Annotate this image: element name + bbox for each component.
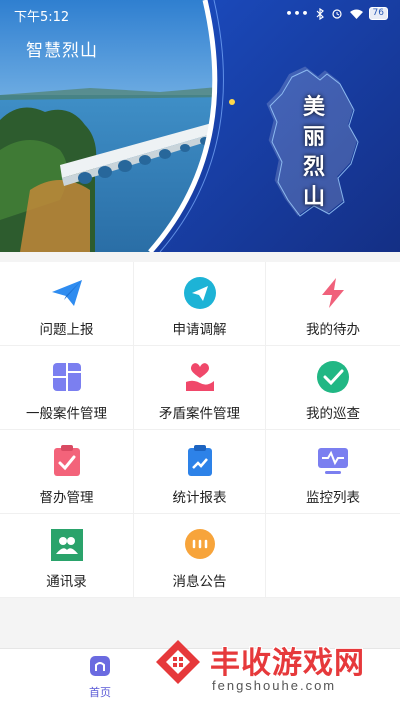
clipboard-chart-icon <box>187 445 212 476</box>
menu-label: 督办管理 <box>39 490 94 506</box>
alarm-icon <box>331 8 342 19</box>
watermark-logo-icon <box>156 640 200 684</box>
battery-icon: 76 <box>368 7 388 20</box>
contacts-icon <box>50 529 83 561</box>
paper-plane-icon <box>51 280 82 306</box>
site-watermark: 丰收游戏网 fengshouhe.com <box>150 632 400 700</box>
menu-label: 监控列表 <box>306 490 360 506</box>
menu-label: 申请调解 <box>172 322 227 338</box>
menu-label: 消息公告 <box>172 574 227 590</box>
home-icon <box>90 656 110 676</box>
header-banner: 美丽烈山 下午5:12 ••• 76 智慧烈山 <box>0 0 400 252</box>
lightning-icon <box>322 278 344 308</box>
menu-item-apply-mediation[interactable]: 申请调解 <box>134 262 266 346</box>
app-title: 智慧烈山 <box>26 41 98 61</box>
function-grid: 问题上报 申请调解 我的待办 一般案件管理 矛盾案件管理 我的巡查 督办管理 统… <box>0 262 400 598</box>
grid-panel-icon <box>52 363 81 391</box>
menu-item-announcements[interactable]: 消息公告 <box>134 514 266 598</box>
menu-item-report-issue[interactable]: 问题上报 <box>0 262 134 346</box>
empty-cell <box>266 514 400 598</box>
check-circle-icon <box>317 361 349 393</box>
banner-slogan: 美丽烈山 <box>302 94 325 210</box>
heart-hand-icon <box>185 363 214 391</box>
nav-home[interactable]: 首页 <box>80 653 120 699</box>
menu-label: 通讯录 <box>46 574 87 590</box>
menu-item-supervision[interactable]: 督办管理 <box>0 430 134 514</box>
menu-item-contacts[interactable]: 通讯录 <box>0 514 134 598</box>
more-dots-icon: ••• <box>285 7 310 20</box>
menu-label: 矛盾案件管理 <box>159 406 240 422</box>
nav-home-label: 首页 <box>89 686 111 699</box>
bluetooth-icon <box>316 7 324 20</box>
menu-item-general-case[interactable]: 一般案件管理 <box>0 346 134 430</box>
menu-item-monitor-list[interactable]: 监控列表 <box>266 430 400 514</box>
send-circle-icon <box>183 277 216 309</box>
menu-item-my-patrol[interactable]: 我的巡查 <box>266 346 400 430</box>
watermark-url: fengshouhe.com <box>212 678 337 693</box>
menu-item-conflict-case[interactable]: 矛盾案件管理 <box>134 346 266 430</box>
status-time: 下午5:12 <box>14 10 70 25</box>
status-icons: ••• 76 <box>285 7 388 20</box>
menu-label: 统计报表 <box>172 490 227 506</box>
monitor-icon <box>318 448 348 474</box>
status-bar: 下午5:12 ••• 76 <box>0 0 400 28</box>
clipboard-check-icon <box>53 445 80 476</box>
menu-label: 一般案件管理 <box>26 406 107 422</box>
watermark-text: 丰收游戏网 <box>210 646 365 681</box>
chat-bubble-icon <box>184 529 215 559</box>
menu-label: 问题上报 <box>39 322 94 338</box>
menu-label: 我的巡查 <box>306 406 360 422</box>
menu-label: 我的待办 <box>306 322 360 338</box>
menu-item-statistics[interactable]: 统计报表 <box>134 430 266 514</box>
wifi-icon <box>349 9 363 19</box>
menu-item-my-todo[interactable]: 我的待办 <box>266 262 400 346</box>
